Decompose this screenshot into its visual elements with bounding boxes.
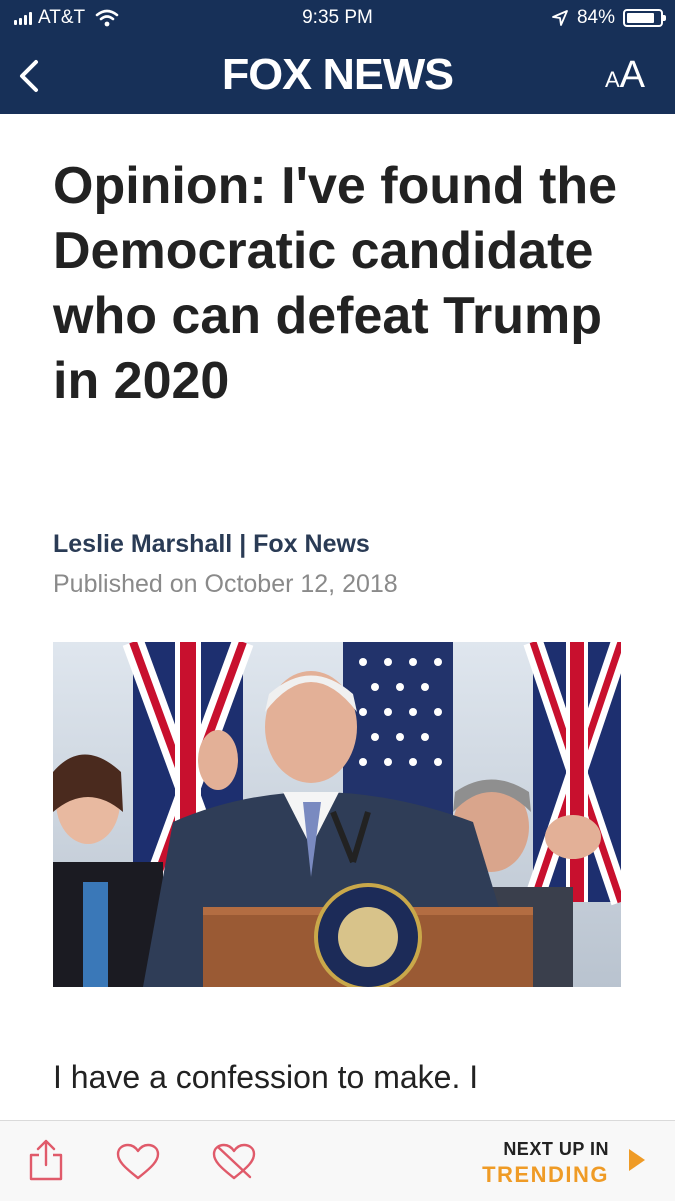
- text-size-small-glyph: A: [604, 67, 620, 92]
- next-up-label: NEXT UP IN: [503, 1139, 609, 1159]
- text-size-large-glyph: A: [619, 54, 645, 96]
- text-size-button[interactable]: AA: [605, 54, 645, 98]
- next-up-link[interactable]: NEXT UP IN TRENDING: [482, 1139, 609, 1188]
- bottom-toolbar: NEXT UP IN TRENDING: [0, 1120, 675, 1201]
- published-date: Published on October 12, 2018: [53, 570, 398, 598]
- battery-level-fill: [627, 13, 654, 23]
- share-icon[interactable]: [28, 1139, 64, 1181]
- next-up-section: TRENDING: [482, 1162, 609, 1187]
- article-headline: Opinion: I've found the Democratic candi…: [53, 157, 618, 410]
- fox-news-logo: FOX NEWS: [221, 50, 454, 99]
- app-header: AT&T 9:35 PM 84% FOX NEWS AA: [0, 0, 675, 114]
- battery-percent: 84%: [576, 7, 615, 28]
- heart-icon[interactable]: [116, 1143, 160, 1181]
- article-body-text: I have a confession to make. I: [53, 1059, 479, 1095]
- status-bar: AT&T 9:35 PM 84%: [0, 0, 675, 36]
- heart-crossed-icon[interactable]: [212, 1143, 256, 1181]
- battery-icon: [623, 9, 666, 27]
- location-arrow-icon: [552, 10, 568, 26]
- article-byline[interactable]: Leslie Marshall | Fox News: [53, 530, 370, 559]
- play-arrow-icon[interactable]: [627, 1147, 647, 1173]
- article-photo: [53, 642, 621, 987]
